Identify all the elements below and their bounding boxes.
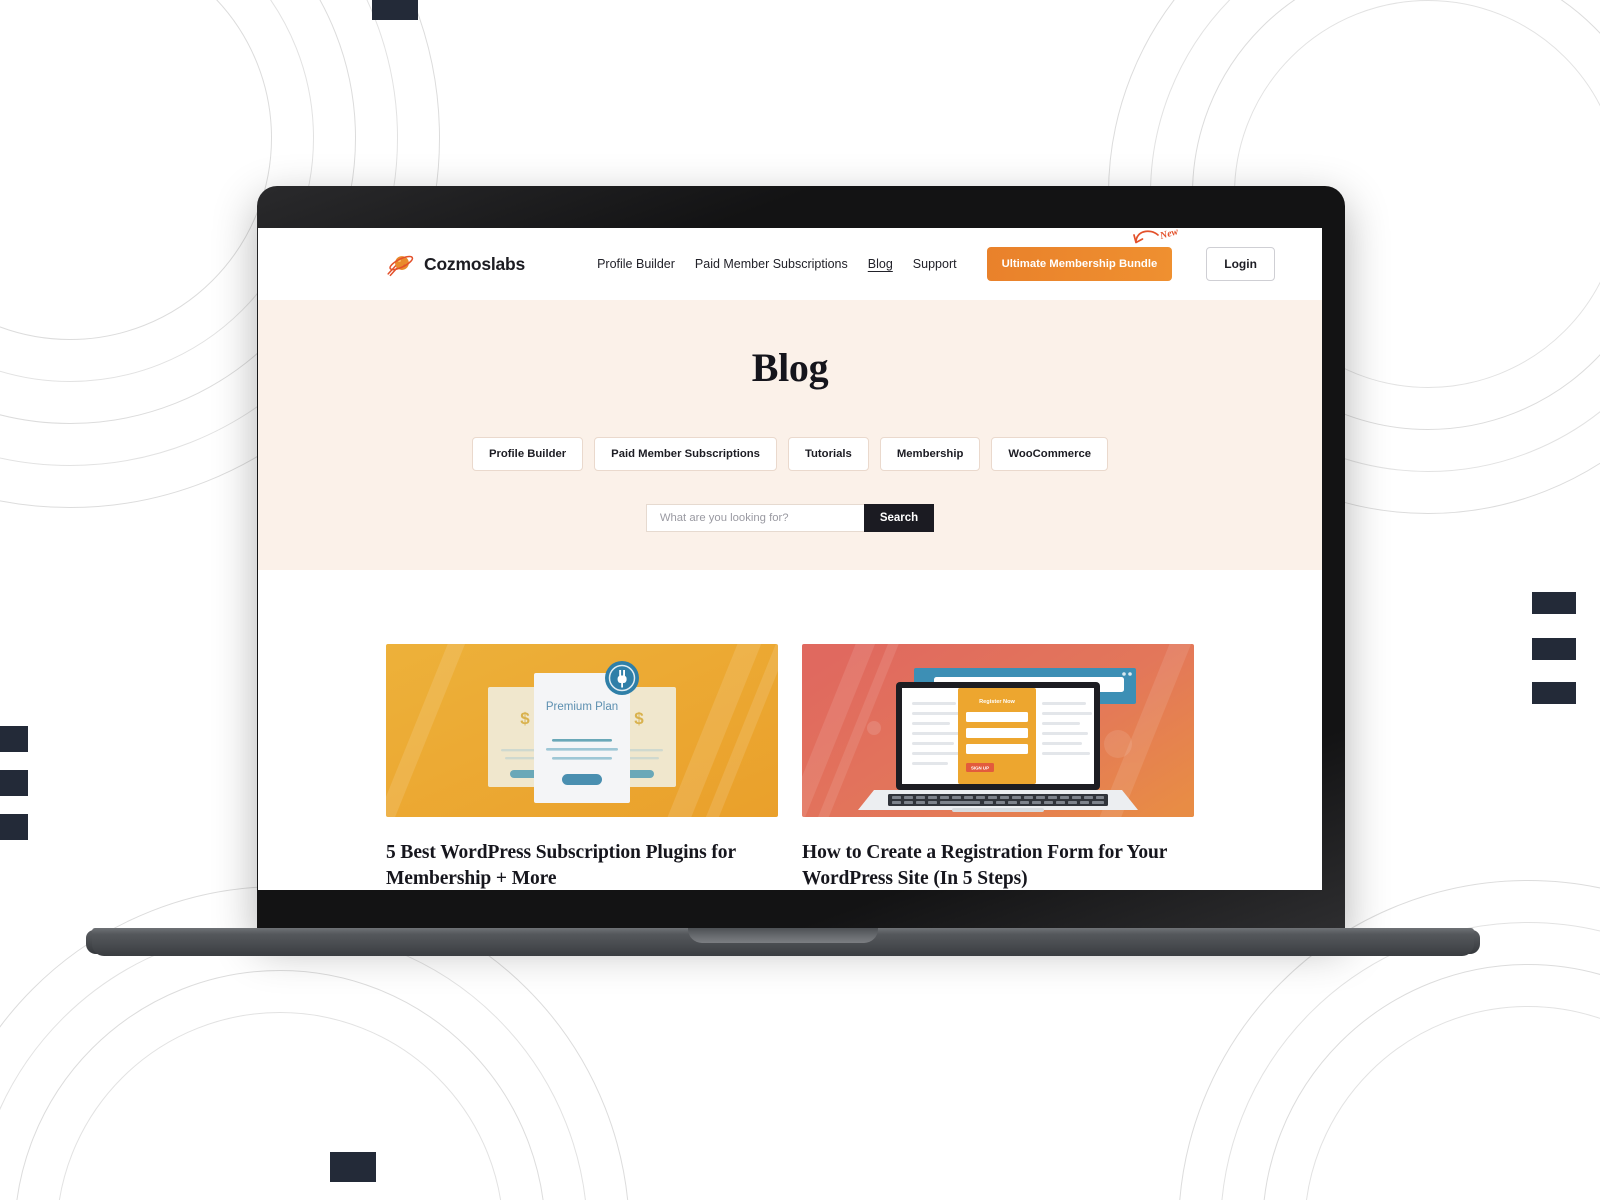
search-button[interactable]: Search xyxy=(863,504,935,532)
decor-square-top xyxy=(372,0,418,20)
category-pill-tutorials[interactable]: Tutorials xyxy=(787,437,869,471)
post-title[interactable]: How to Create a Registration Form for Yo… xyxy=(802,840,1194,890)
post-title[interactable]: 5 Best WordPress Subscription Plugins fo… xyxy=(386,840,778,890)
decor-bar-right-3 xyxy=(1532,682,1576,704)
ultimate-membership-bundle-button[interactable]: Ultimate Membership Bundle xyxy=(986,247,1173,281)
page-title: Blog xyxy=(751,345,829,390)
decor-square-bottom xyxy=(330,1152,376,1182)
decor-bar-left-1 xyxy=(0,726,28,752)
post-thumbnail[interactable]: $ $ Premium Plan xyxy=(386,644,778,817)
blog-post-card[interactable]: $ $ Premium Plan 5 Best WordPress Subscr… xyxy=(386,644,778,890)
main-navigation: Profile Builder Paid Member Subscription… xyxy=(597,228,1275,281)
brand-logo-link[interactable]: Cozmoslabs xyxy=(386,250,525,279)
decor-bar-right-2 xyxy=(1532,638,1576,660)
category-filter-list: Profile Builder Paid Member Subscription… xyxy=(258,437,1322,471)
decor-bar-left-3 xyxy=(0,814,28,840)
post-thumbnail[interactable]: Register Now SIGN UP xyxy=(802,644,1194,817)
form-button-label: SIGN UP xyxy=(971,766,989,771)
laptop-base xyxy=(92,928,1474,956)
form-title-label: Register Now xyxy=(979,699,1015,705)
category-pill-membership[interactable]: Membership xyxy=(879,437,981,471)
blog-hero-section: Blog Profile Builder Paid Member Subscri… xyxy=(258,300,1322,570)
nav-item-profile-builder[interactable]: Profile Builder xyxy=(597,257,675,271)
search-form: Search xyxy=(258,504,1322,532)
svg-text:$: $ xyxy=(634,709,644,728)
laptop-registration-form-illustration: Register Now SIGN UP xyxy=(802,644,1194,817)
category-pill-paid-member-subscriptions[interactable]: Paid Member Subscriptions xyxy=(594,437,777,471)
premium-plan-label: Premium Plan xyxy=(546,701,618,713)
login-button[interactable]: Login xyxy=(1206,247,1275,281)
decor-bar-left-2 xyxy=(0,770,28,796)
site-header: Cozmoslabs Profile Builder Paid Member S… xyxy=(258,228,1322,300)
pricing-plans-illustration: $ $ Premium Plan xyxy=(386,644,778,817)
cta-wrapper: Ultimate Membership Bundle New xyxy=(986,228,1180,281)
nav-item-paid-member-subscriptions[interactable]: Paid Member Subscriptions xyxy=(695,257,848,271)
brand-name: Cozmoslabs xyxy=(424,253,526,274)
category-pill-profile-builder[interactable]: Profile Builder xyxy=(471,437,584,471)
svg-text:New: New xyxy=(1158,228,1180,242)
blog-post-grid: $ $ Premium Plan 5 Best WordPress Subscr… xyxy=(258,570,1322,890)
planet-comet-icon xyxy=(387,255,414,276)
browser-viewport: Cozmoslabs Profile Builder Paid Member S… xyxy=(258,228,1322,890)
blog-post-card[interactable]: Register Now SIGN UP How to Create a Reg… xyxy=(802,644,1194,890)
nav-item-blog[interactable]: Blog xyxy=(868,257,893,271)
nav-item-support[interactable]: Support xyxy=(913,257,957,271)
decor-bar-right-1 xyxy=(1532,592,1576,614)
svg-text:$: $ xyxy=(520,709,530,728)
category-pill-woocommerce[interactable]: WooCommerce xyxy=(991,437,1109,471)
search-input[interactable] xyxy=(645,504,864,532)
